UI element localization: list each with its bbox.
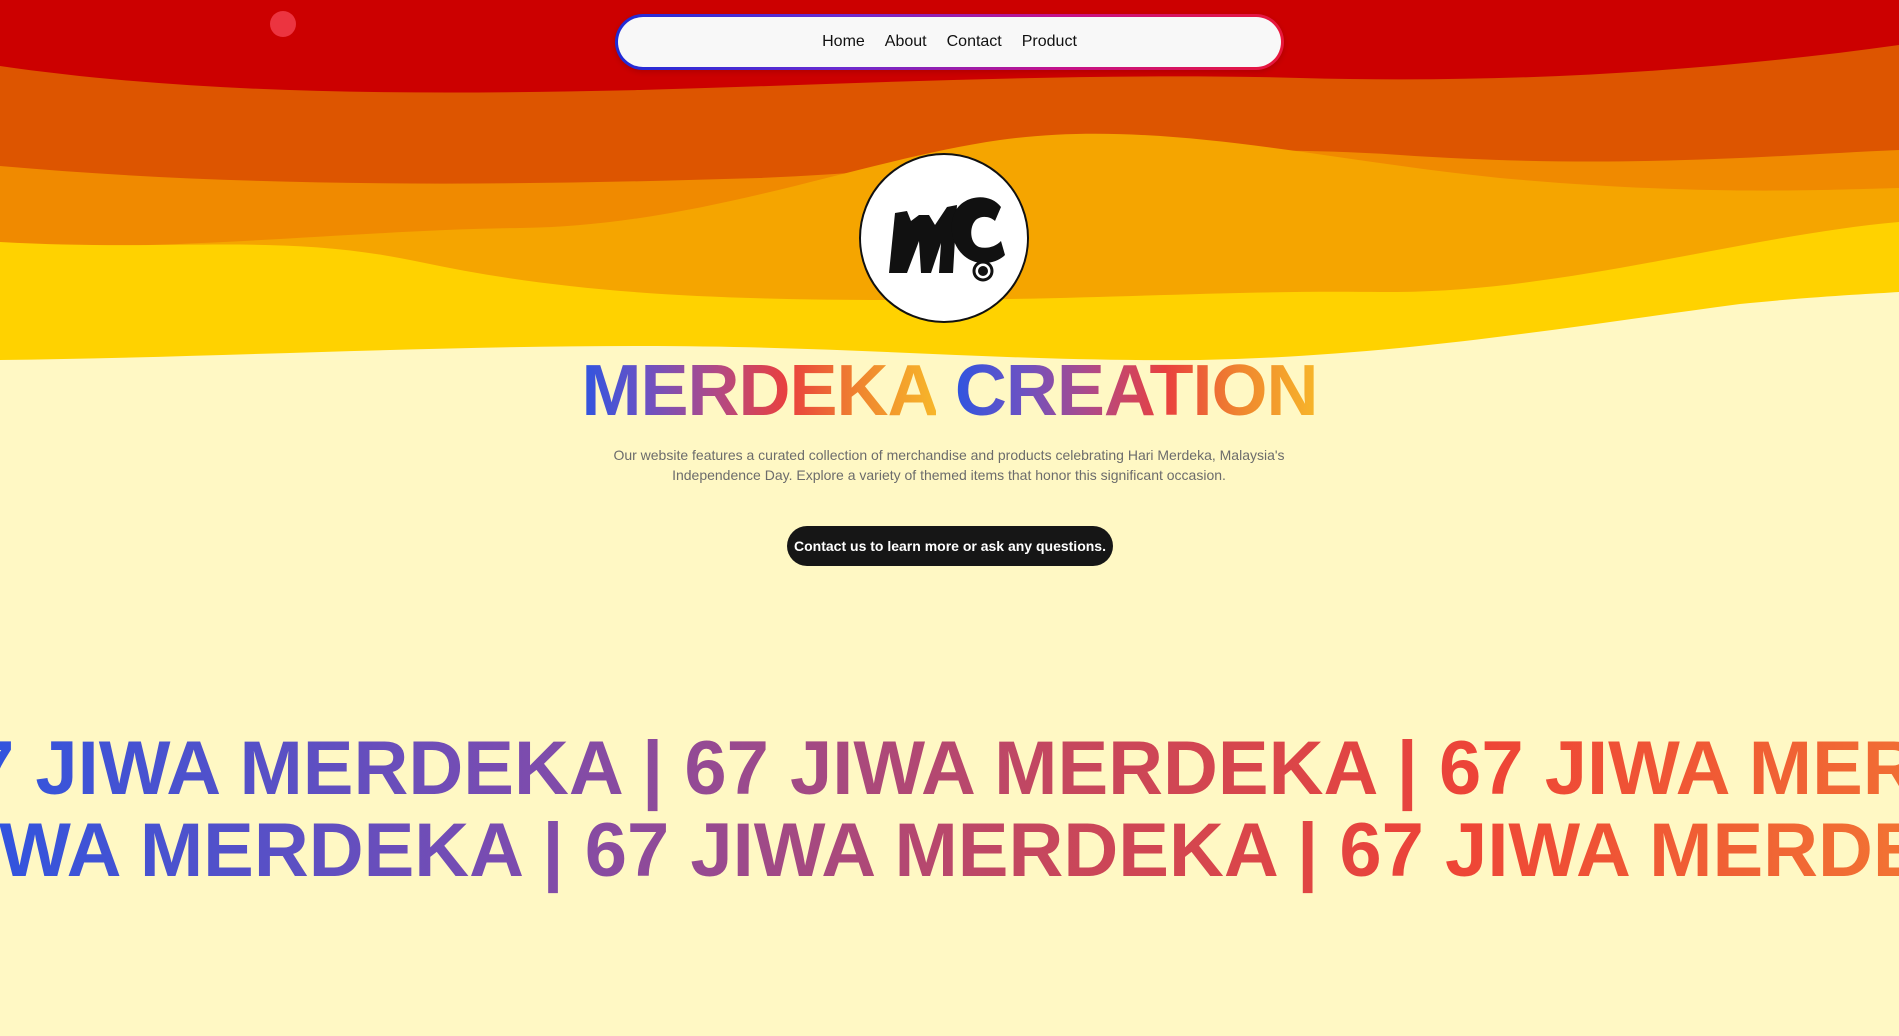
page-title: MERDEKA CREATION bbox=[0, 350, 1899, 432]
nav-item-home[interactable]: Home bbox=[822, 33, 865, 51]
nav-item-contact[interactable]: Contact bbox=[947, 33, 1002, 51]
marquee-text-2: IWA MERDEKA | 67 JIWA MERDEKA | 67 JIWA … bbox=[0, 808, 1899, 894]
nav-item-product[interactable]: Product bbox=[1022, 33, 1077, 51]
brand-logo[interactable] bbox=[859, 153, 1029, 323]
title-creation: CREATION bbox=[954, 351, 1319, 431]
marquee-line-1: 7 JIWA MERDEKA | 67 JIWA MERDEKA | 67 JI… bbox=[0, 726, 1899, 812]
top-navigation: Home About Contact Product bbox=[615, 14, 1284, 70]
title-merdeka: MERDEKA bbox=[581, 351, 936, 431]
contact-us-button[interactable]: Contact us to learn more or ask any ques… bbox=[787, 526, 1113, 566]
page: Home About Contact Product MERDEKA CREAT… bbox=[0, 0, 1899, 1036]
marquee-line-2: IWA MERDEKA | 67 JIWA MERDEKA | 67 JIWA … bbox=[0, 808, 1899, 894]
mc-logo-icon bbox=[889, 197, 1005, 282]
nav-item-about[interactable]: About bbox=[885, 33, 927, 51]
cursor-dot bbox=[270, 11, 296, 37]
hero-description: Our website features a curated collectio… bbox=[613, 447, 1285, 483]
marquee-text-1: 7 JIWA MERDEKA | 67 JIWA MERDEKA | 67 JI… bbox=[0, 726, 1899, 812]
